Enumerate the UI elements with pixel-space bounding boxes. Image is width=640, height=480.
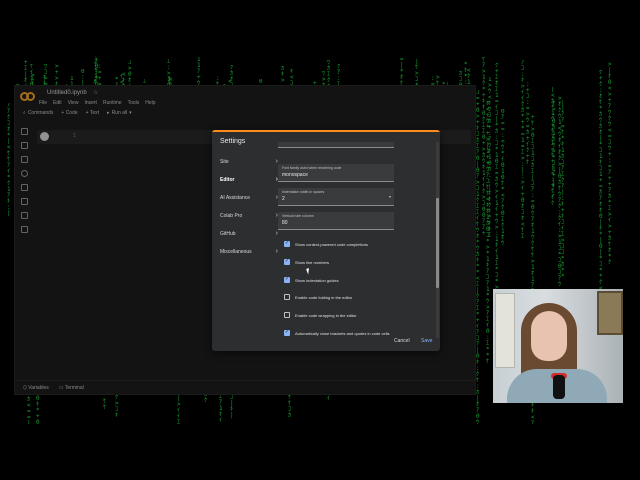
font-family-label: Font family used when rendering code — [282, 166, 342, 170]
matrix-rain-column: ｵ = : 0 ｶ 1 ｶ ｳ = * ｺ 1 + | ｹ : — [552, 101, 556, 197]
settings-content: 14 Font family used when rendering code … — [278, 142, 434, 338]
checkbox-label: Show context-powered code completions — [295, 241, 368, 247]
checkbox-checked[interactable] — [284, 276, 290, 283]
checkbox-unchecked[interactable] — [284, 294, 290, 300]
matrix-rain-column: 0 ｱ = = : < ｳ * ｲ 0 1 0 ｹ * < ｱ ｸ 0 ｴ ｸ … — [501, 109, 505, 247]
nav-editor-label: Editor — [220, 177, 235, 183]
matrix-rain-column: ｺ = + 0 > + ｷ ｺ ｶ ｴ ｱ 0 | 0 ｱ > ｺ 1 ｸ ｴ … — [476, 90, 480, 424]
settings-dialog: Settings Site › Editor › AI Assistance › Co… — [212, 130, 440, 351]
matrix-rain-column: ｹ ｱ > 1 ｸ * + ｷ ｷ 0 ｸ ｴ ｴ 0 + > ｶ ｳ ｷ 1 … — [482, 57, 486, 237]
checkbox-label: Enable code wrapping in the editor — [295, 312, 357, 318]
checkbox-indentation-guides[interactable]: Show indentation guides — [284, 276, 339, 284]
dialog-accent-bar — [212, 130, 440, 132]
webcam-door — [495, 293, 515, 368]
vertical-ruler-field[interactable]: Vertical ruler column 80 — [278, 212, 394, 230]
save-button[interactable]: Save — [421, 338, 432, 344]
matrix-rain-column: ｱ ｺ : ｷ > ｲ ｲ ｸ ｶ * + * = 1 = ｴ > : | : … — [521, 60, 525, 240]
vertical-ruler-label: Vertical ruler column — [282, 214, 314, 218]
checkbox-code-completions[interactable]: Show context-powered code completions — [284, 240, 368, 248]
font-family-field[interactable]: Font family used when rendering code mon… — [278, 164, 394, 182]
checkbox-checked[interactable] — [284, 240, 290, 247]
nav-site[interactable]: Site › — [216, 156, 280, 174]
matrix-rain-column: : + ｺ : = > ｳ = ｶ + ｲ ｸ + ｹ — [526, 82, 530, 166]
matrix-rain-column: | | ｱ ｱ = ｹ * ｷ 1 ｶ ｺ ｱ ｴ ｸ ｱ | : ｷ + ｷ … — [561, 100, 565, 280]
webcam-person-face — [531, 311, 567, 361]
checkbox-code-wrapping[interactable]: Enable code wrapping in the editor — [284, 311, 357, 319]
nav-ai-label: AI Assistance — [220, 195, 251, 201]
nav-misc-label: Miscellaneous — [220, 249, 252, 255]
settings-scrollbar[interactable] — [436, 142, 439, 338]
checkbox-label: Enable code folding in the editor — [295, 294, 353, 300]
screen: ｳ ｷ ｸ 1 < ｺ ｶ ｴ + : 1 ｸ ｳ : ｲ 0 > | ｱ ｷ … — [0, 0, 640, 480]
checkbox-checked[interactable] — [284, 258, 290, 265]
webcam-picture-frame — [597, 291, 623, 335]
checkbox-checked[interactable] — [284, 329, 290, 336]
checkbox-label: Automatically close brackets and quotes … — [295, 330, 390, 336]
matrix-rain-column: ｵ < + ｳ * + > | 1 + + ｳ ｱ ｺ ｹ ｹ < ｷ ｵ 1 … — [486, 101, 490, 365]
cancel-button[interactable]: Cancel — [394, 338, 410, 344]
dialog-title: Settings — [220, 138, 246, 145]
settings-nav: Site › Editor › AI Assistance › Colab Pro › … — [216, 156, 280, 264]
vertical-ruler-value: 80 — [282, 220, 288, 226]
indentation-label: Indentation width in spaces — [282, 190, 325, 194]
nav-colab-pro-label: Colab Pro — [220, 213, 243, 219]
font-size-field[interactable]: 14 — [278, 142, 394, 148]
nav-colab-pro[interactable]: Colab Pro › — [216, 210, 280, 228]
nav-miscellaneous[interactable]: Miscellaneous › — [216, 246, 280, 264]
checkbox-close-brackets[interactable]: Automatically close brackets and quotes … — [284, 329, 390, 337]
nav-site-label: Site — [220, 159, 229, 165]
checkbox-unchecked[interactable] — [284, 312, 290, 318]
nav-github[interactable]: GitHub › — [216, 228, 280, 246]
matrix-rain-column: ｱ ｱ ｸ ｺ ｵ * | < ｹ ｹ ｱ ｲ * ｸ 1 ｱ ｷ : | — [7, 103, 11, 217]
checkbox-code-folding[interactable]: Enable code folding in the editor — [284, 293, 352, 301]
checkbox-label: Show indentation guides — [295, 277, 339, 283]
matrix-rain-column: > | ｷ 0 < > + ｱ ｳ ｸ ｳ < = ｺ ｳ + : = ｱ + … — [608, 62, 612, 266]
microphone-icon — [553, 375, 565, 399]
dropdown-arrow-icon: ▾ — [388, 194, 391, 199]
scrollbar-thumb[interactable] — [436, 198, 439, 288]
indentation-select[interactable]: Indentation width in spaces 2 ▾ — [278, 188, 394, 206]
matrix-rain-column: ｸ + ｸ : ｵ ｹ * ｶ ｳ ｶ ｵ | * ｺ 1 ｷ ｺ 1 + = … — [599, 70, 603, 316]
nav-editor[interactable]: Editor › — [216, 174, 280, 192]
checkbox-line-numbers[interactable]: Show line numbers — [284, 258, 329, 266]
indentation-value: 2 — [282, 196, 285, 202]
nav-github-label: GitHub — [220, 231, 236, 237]
nav-ai-assistance[interactable]: AI Assistance › — [216, 192, 280, 210]
checkbox-label: Show line numbers — [295, 259, 330, 265]
webcam-overlay — [493, 289, 623, 403]
font-size-value: 14 — [282, 142, 288, 144]
font-family-value: monospace — [282, 172, 308, 178]
